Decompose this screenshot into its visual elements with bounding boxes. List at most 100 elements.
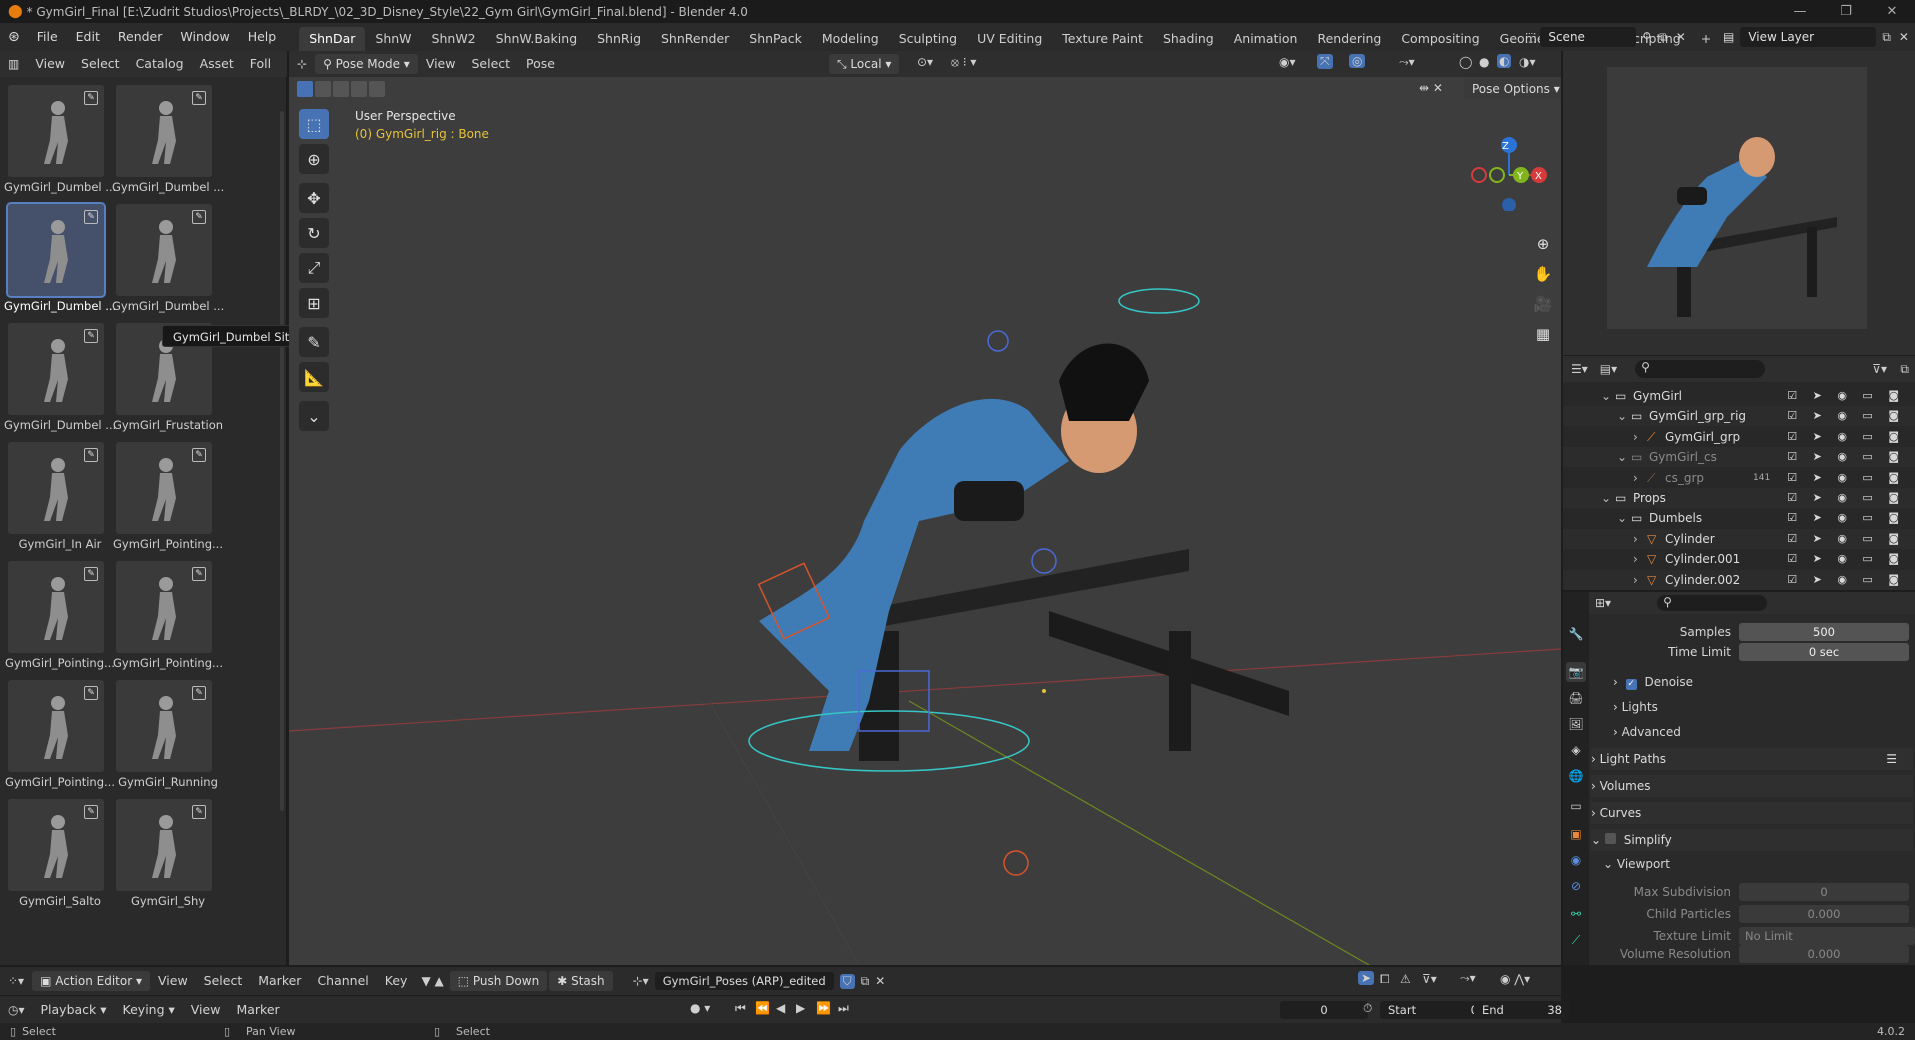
simplify-checkbox[interactable] [1604,833,1616,844]
bone-tab-icon[interactable]: ⟋ [1566,930,1586,950]
edit-asset-icon[interactable]: ✎ [84,448,98,462]
jump-key-back-icon[interactable]: ⏪ [755,1001,770,1015]
asset-tile[interactable]: ✎ GymGirl_Dumbel ... [4,319,116,435]
asset-tile[interactable]: ✎ GymGirl_Salto [4,795,108,911]
view-layer-icon[interactable]: ▤ [1723,30,1734,44]
outliner-expand-icon[interactable]: ⌄ [1617,508,1627,528]
edit-asset-icon[interactable]: ✎ [84,210,98,224]
tab-shnrig[interactable]: ShnRig [587,27,651,51]
maximize-button[interactable]: ❐ [1823,0,1869,23]
edit-asset-icon[interactable]: ✎ [84,567,98,581]
view-layer-tab-icon[interactable]: 🖼 [1566,714,1586,734]
simplify-panel[interactable]: ⌄ Simplify [1591,829,1913,851]
outliner-visibility-icons[interactable]: ☑ ➤ ◉ ▭ ◙ [1787,529,1905,549]
outliner-visibility-icons[interactable]: ☑ ➤ ◉ ▭ ◙ [1787,406,1905,426]
ae-menu-channel[interactable]: Channel [309,968,376,994]
outliner-row[interactable]: ⌄ ▭ Props ☑ ➤ ◉ ▭ ◙ [1563,488,1915,508]
time-limit-field[interactable]: 0 sec [1739,643,1909,661]
outliner-visibility-icons[interactable]: ☑ ➤ ◉ ▭ ◙ [1787,386,1905,406]
view-layer-selector[interactable]: View Layer [1740,27,1877,47]
jump-end-icon[interactable]: ⏭ [838,1001,849,1016]
outliner-row[interactable]: ⌄ ▭ GymGirl_grp_rig ☑ ➤ ◉ ▭ ◙ [1563,406,1915,427]
ae-auto-snap-icon[interactable]: ⤳▾ [1460,971,1476,986]
outliner-editor-icon[interactable]: ☰▾ [1563,362,1596,376]
volume-resolution-field[interactable]: 0.000 [1739,945,1909,963]
edit-asset-icon[interactable]: ✎ [192,91,206,105]
jump-key-forward-icon[interactable]: ⏩ [816,1001,831,1015]
ae-menu-marker[interactable]: Marker [250,968,309,994]
tab-uv-editing[interactable]: UV Editing [967,27,1052,51]
add-workspace-button[interactable]: + [1691,27,1721,51]
tab-rendering[interactable]: Rendering [1307,27,1391,51]
new-action-icon[interactable]: ⧉ [861,974,870,989]
outliner-expand-icon[interactable]: › [1633,570,1638,590]
outliner-expand-icon[interactable]: ⌄ [1601,488,1611,508]
outliner-expand-icon[interactable]: ⌄ [1601,386,1611,406]
current-frame-field[interactable]: 0 [1280,1001,1368,1019]
menu-edit[interactable]: Edit [67,23,109,51]
edit-asset-icon[interactable]: ✎ [192,567,206,581]
push-down-button[interactable]: ⬚ Push Down [449,971,548,991]
outliner-row[interactable]: › ▽ Cylinder.002 ☑ ➤ ◉ ▭ ◙ [1563,569,1915,590]
output-tab-icon[interactable]: 🖨 [1566,688,1586,708]
outliner-row[interactable]: › ▽ Cylinder ☑ ➤ ◉ ▭ ◙ [1563,528,1915,549]
edit-asset-icon[interactable]: ✎ [84,329,98,343]
tab-compositing[interactable]: Compositing [1391,27,1489,51]
outliner-display-mode-icon[interactable]: ▤▾ [1596,362,1621,376]
constraints-tab-icon[interactable]: ⊘ [1566,876,1586,896]
outliner-visibility-icons[interactable]: ☑ ➤ ◉ ▭ ◙ [1787,427,1905,447]
play-icon[interactable]: ▶ [796,1001,805,1015]
world-tab-icon[interactable]: 🌐 [1566,766,1586,786]
curves-panel[interactable]: › Curves [1591,802,1913,824]
only-selected-icon[interactable]: ➤ [1358,971,1375,985]
outliner-row[interactable]: ⌄ ▭ GymGirl_cs ☑ ➤ ◉ ▭ ◙ [1563,447,1915,468]
data-tab-icon[interactable]: ⚯ [1566,904,1586,924]
asset-tile[interactable]: ✎ GymGirl_Pointing... [4,557,115,673]
properties-editor-icon[interactable]: ⊞▾ [1589,596,1617,610]
play-reverse-icon[interactable]: ◀ [776,1001,785,1015]
ae-proportional-icon[interactable]: ◉ ⋀▾ [1500,972,1530,986]
collection-tab-icon[interactable]: ▭ [1566,796,1586,816]
outliner-expand-icon[interactable]: › [1633,529,1638,549]
child-particles-field[interactable]: 0.000 [1739,905,1909,923]
new-view-layer-icon[interactable]: ⧉ [1882,30,1891,45]
edit-asset-icon[interactable]: ✎ [192,448,206,462]
tl-menu-marker[interactable]: Marker [228,997,287,1023]
asset-tile[interactable]: ✎ GymGirl_Dumbel ... [4,200,116,316]
only-errors-icon[interactable]: ⚠ [1400,972,1411,986]
menu-help[interactable]: Help [239,23,286,51]
tab-modeling[interactable]: Modeling [812,27,889,51]
3d-viewport[interactable]: ⊹ ⚲ Pose Mode ▾ View Select Pose ⤡ Local… [289,51,1561,965]
denoise-row[interactable]: › ✓ Denoise [1613,672,1915,692]
asset-menu-folder[interactable]: Foll [242,51,279,77]
tab-shnpack[interactable]: ShnPack [739,27,812,51]
editor-mode-selector[interactable]: ▣ Action Editor ▾ [32,971,150,991]
asset-menu-select[interactable]: Select [73,51,128,77]
menu-window[interactable]: Window [171,23,238,51]
outliner-expand-icon[interactable]: › [1633,427,1638,447]
outliner-row[interactable]: › ⟋ GymGirl_grp ☑ ➤ ◉ ▭ ◙ [1563,427,1915,447]
tab-animation[interactable]: Animation [1224,27,1308,51]
unlink-action-icon[interactable]: ✕ [875,974,885,988]
blender-menu-icon[interactable]: ⊛ [0,29,28,45]
fake-user-icon[interactable]: ⛉ [839,973,855,989]
delete-view-layer-icon[interactable]: ✕ [1899,30,1909,44]
tab-shading[interactable]: Shading [1153,27,1224,51]
edit-asset-icon[interactable]: ✎ [84,91,98,105]
outliner-row[interactable]: ⌄ ▭ Dumbels ☑ ➤ ◉ ▭ ◙ [1563,508,1915,528]
edit-asset-icon[interactable]: ✎ [192,686,206,700]
denoise-checkbox[interactable]: ✓ [1625,679,1637,690]
outliner-filter-icon[interactable]: ⊽▾ [1872,362,1887,376]
outliner-expand-icon[interactable]: ⌄ [1617,406,1627,426]
asset-tile[interactable]: ✎ GymGirl_Running [112,676,218,792]
stopwatch-icon[interactable]: ⏱ [1363,1001,1372,1016]
texture-limit-select[interactable]: No Limit [1739,927,1915,945]
tl-menu-view[interactable]: View [183,997,229,1023]
edit-asset-icon[interactable]: ✎ [192,805,206,819]
dopesheet-editor-icon[interactable]: ⁘▾ [0,974,32,988]
ae-menu-select[interactable]: Select [196,968,251,994]
tab-shnw2[interactable]: ShnW2 [422,27,486,51]
action-browse-icon[interactable]: ⊹▾ [633,974,649,988]
edit-asset-icon[interactable]: ✎ [84,805,98,819]
outliner-visibility-icons[interactable]: ☑ ➤ ◉ ▭ ◙ [1787,488,1905,508]
